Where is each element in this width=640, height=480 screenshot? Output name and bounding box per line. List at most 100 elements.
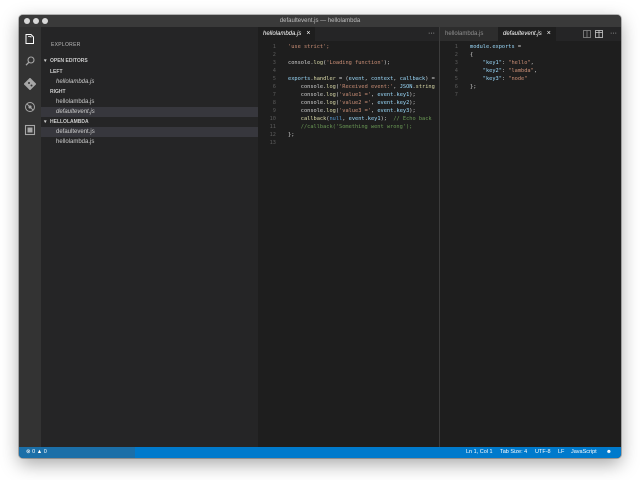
extensions-icon[interactable] (24, 124, 36, 136)
code-token: log (326, 84, 336, 90)
minimize-window-button[interactable] (33, 18, 39, 24)
code-token: console (288, 92, 324, 98)
code-token: key3 (396, 108, 410, 114)
code-token: 'Loading function' (326, 60, 384, 66)
line-text: //callback('Something went wrong'); (288, 123, 413, 131)
code-token: , (533, 68, 538, 74)
close-window-button[interactable] (24, 18, 30, 24)
editor-window: defaultevent.js — hellolambda EXPLORER ▾… (19, 15, 621, 458)
encoding[interactable]: UTF-8 (535, 447, 551, 458)
code-token: = ( (335, 76, 349, 82)
file-item[interactable]: defaultevent.js (41, 127, 258, 137)
maximize-window-button[interactable] (42, 18, 48, 24)
code-token: console (288, 60, 311, 66)
more-actions-icon[interactable]: ··· (428, 27, 435, 41)
open-editor-item[interactable]: hellolambda.js (41, 97, 258, 107)
tab-label: hellolambda.js (263, 31, 302, 37)
project-folder-header[interactable]: ▾ HELLOLAMBDA (41, 117, 258, 127)
status-bar: ⊗ 0 ▲ 0 Ln 1, Col 1 Tab Size: 4 UTF-8 LF… (19, 447, 621, 458)
code-token: "node" (508, 76, 528, 82)
line-text: "key3": "node" (470, 75, 528, 83)
code-token: context (370, 76, 394, 82)
git-icon[interactable] (24, 78, 36, 90)
split-editor-icon[interactable] (583, 30, 591, 38)
tab-hellolambda[interactable]: hellolambda.js × (258, 27, 316, 41)
file-item[interactable]: hellolambda.js (41, 137, 258, 147)
open-editor-item[interactable]: defaultevent.js (41, 107, 258, 117)
toggle-layout-icon[interactable] (595, 30, 603, 38)
code-token: string (415, 84, 435, 90)
open-editors-header[interactable]: ▾ OPEN EDITORS (41, 56, 258, 66)
code-token: = (514, 44, 522, 50)
errors-indicator[interactable]: ⊗ 0 ▲ 0 (26, 447, 47, 458)
code-token: callback (399, 76, 426, 82)
line-number: 10 (269, 116, 276, 122)
tab-hellolambda[interactable]: hellolambda.js (440, 27, 498, 41)
cursor-position[interactable]: Ln 1, Col 1 (466, 447, 493, 458)
language-mode[interactable]: JavaScript (571, 447, 597, 458)
open-editor-name: hellolambda.js (56, 79, 95, 85)
code-token: 'use strict'; (288, 44, 330, 50)
code-token: key1 (396, 92, 410, 98)
line-text: console.log('value1 =', event.key1); (288, 91, 416, 99)
explorer-sidebar: EXPLORER ▾ OPEN EDITORS LEFT hellolambda… (41, 27, 258, 447)
line-number: 4 (272, 68, 276, 74)
line-text: 'use strict'; (288, 43, 329, 51)
tab-label: hellolambda.js (445, 31, 484, 37)
line-number: 11 (269, 124, 276, 130)
close-icon[interactable]: × (306, 30, 310, 37)
chevron-down-icon: ▾ (44, 119, 47, 125)
code-token: { (470, 52, 474, 58)
tab-defaultevent[interactable]: defaultevent.js × (498, 27, 556, 41)
code-token: event (377, 100, 394, 106)
file-name: defaultevent.js (56, 129, 95, 135)
line-number: 1 (454, 44, 458, 50)
code-token: 'value1 =' (339, 92, 371, 98)
line-number: 8 (272, 100, 276, 106)
code-token: log (313, 60, 324, 66)
search-icon[interactable] (24, 55, 36, 67)
code-token: "key3" (482, 76, 502, 82)
line-number: 5 (454, 76, 458, 82)
right-editor-group: hellolambda.js defaultevent.js × ··· 1 mod… (440, 27, 621, 447)
code-token: exports (288, 76, 311, 82)
tab-size[interactable]: Tab Size: 4 (500, 447, 527, 458)
line-text: "key2": "lambda", (470, 67, 537, 75)
code-token: callback (288, 116, 327, 122)
line-text: module.exports = (470, 43, 521, 51)
end-of-line[interactable]: LF (558, 447, 564, 458)
code-token: JSON (399, 84, 413, 90)
line-number: 7 (454, 92, 458, 98)
error-count: 0 (32, 449, 36, 455)
line-text: "key1": "hello", (470, 59, 534, 67)
line-number: 6 (272, 84, 276, 90)
code-token: ); (409, 108, 416, 114)
code-token: log (326, 92, 336, 98)
code-token: ) = (425, 76, 435, 82)
code-token: ); (380, 116, 394, 122)
debug-icon[interactable] (24, 101, 36, 113)
left-tab-bar: hellolambda.js × ··· (258, 27, 439, 41)
close-icon[interactable]: × (547, 30, 551, 37)
code-token: event (348, 116, 365, 122)
code-token: , (530, 60, 534, 66)
more-actions-icon[interactable]: ··· (610, 27, 617, 41)
group-right-label: RIGHT (50, 89, 66, 95)
code-token: "key2" (482, 68, 502, 74)
code-token: console (288, 84, 324, 90)
code-token: ); (409, 92, 416, 98)
title-bar: defaultevent.js — hellolambda (19, 15, 621, 27)
code-token: key2 (396, 100, 410, 106)
code-token: handler (313, 76, 336, 82)
feedback-smiley-icon[interactable]: ☻ (606, 447, 612, 458)
open-editor-item[interactable]: hellolambda.js (41, 77, 258, 87)
line-text: }; (288, 131, 294, 139)
code-token: console (288, 108, 324, 114)
line-text: { (470, 51, 473, 59)
code-token: event (348, 76, 365, 82)
group-left-label: LEFT (50, 69, 63, 75)
files-icon[interactable] (24, 33, 36, 45)
code-token: }; (470, 84, 477, 90)
